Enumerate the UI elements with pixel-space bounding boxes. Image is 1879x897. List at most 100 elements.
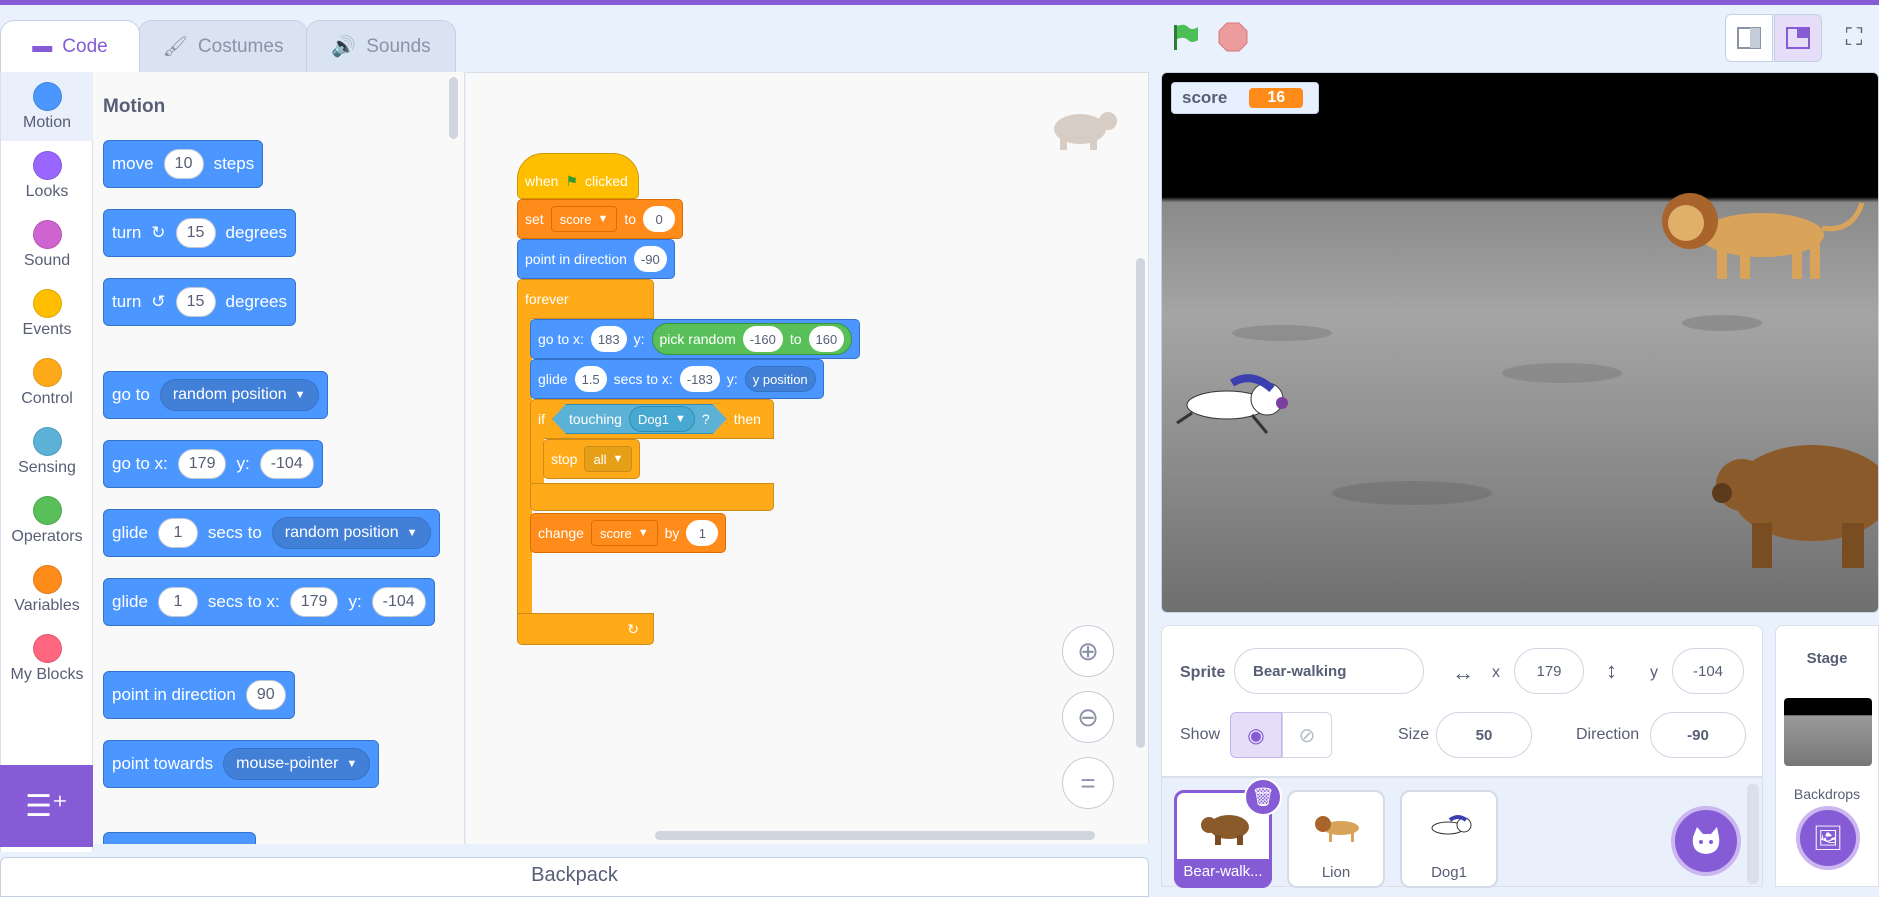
direction-label: Direction [1576, 726, 1640, 743]
x-input[interactable]: -183 [679, 366, 720, 392]
secs-input[interactable]: 1 [157, 518, 198, 548]
category-my-blocks[interactable]: My Blocks [1, 624, 93, 693]
x-input[interactable]: 179 [1514, 648, 1584, 694]
x-input[interactable]: 179 [177, 449, 227, 479]
go-to-xy-block[interactable]: go to x: 179 y: -104 [103, 440, 323, 488]
sprite-thumb-lion[interactable]: Lion [1287, 790, 1385, 888]
move-steps-block[interactable]: move 10 steps [103, 140, 264, 188]
y-position-reporter[interactable]: y position [744, 366, 816, 392]
target-dropdown[interactable]: random position ▼ [159, 379, 319, 411]
category-sensing[interactable]: Sensing [1, 417, 93, 486]
value-input[interactable]: 0 [643, 206, 676, 232]
random-to-input[interactable]: 160 [808, 326, 845, 352]
variable-dropdown[interactable]: score ▼ [590, 520, 658, 546]
steps-input[interactable]: 10 [163, 149, 204, 179]
tab-sounds[interactable]: 🔊 Sounds [306, 20, 456, 72]
sprite-list-scrollbar[interactable] [1747, 784, 1759, 884]
turn-right-block[interactable]: turn ↻ 15 degrees [103, 209, 296, 257]
zoom-reset-button[interactable]: = [1062, 757, 1114, 809]
x-input[interactable]: 179 [289, 587, 339, 617]
sprite-thumb-dog1[interactable]: Dog1 [1400, 790, 1498, 888]
go-to-random-block[interactable]: go to random position ▼ [103, 371, 328, 419]
secs-input[interactable]: 1.5 [574, 366, 607, 392]
green-flag-button[interactable] [1170, 22, 1200, 52]
zoom-in-button[interactable]: ⊕ [1062, 625, 1114, 677]
point-towards-block[interactable]: point towards mouse-pointer ▼ [103, 740, 380, 788]
y-input[interactable]: -104 [1672, 648, 1744, 694]
variable-dropdown[interactable]: score ▼ [550, 206, 618, 232]
block-text: go to x: [112, 454, 168, 473]
cat-add-icon [1692, 827, 1720, 854]
forever-block[interactable]: forever [517, 279, 654, 319]
show-hidden-button[interactable]: ⊘ [1282, 712, 1332, 758]
degrees-input[interactable]: 15 [175, 287, 216, 317]
stop-dropdown[interactable]: all ▼ [584, 446, 633, 472]
stage-canvas[interactable]: score 16 [1161, 72, 1879, 613]
category-events[interactable]: Events [1, 279, 93, 348]
rotate-left-icon: ↺ [151, 292, 166, 311]
delete-sprite-button[interactable]: 🗑 [1244, 778, 1282, 816]
touching-block[interactable]: touching Dog1 ▼ ? [552, 404, 727, 434]
stop-button[interactable] [1218, 22, 1248, 52]
category-sound[interactable]: Sound [1, 210, 93, 279]
backpack[interactable]: Backpack [0, 857, 1149, 897]
change-variable-block[interactable]: change score ▼ by 1 [530, 513, 727, 553]
when-flag-clicked-block[interactable]: when ⚑ clicked [517, 153, 639, 199]
direction-input[interactable]: -90 [633, 246, 667, 272]
small-stage-button[interactable] [1725, 14, 1773, 62]
secs-input[interactable]: 1 [157, 587, 198, 617]
block-text: when [525, 173, 559, 189]
glide-xy-block[interactable]: glide 1 secs to x: 179 y: -104 [103, 578, 435, 626]
y-input[interactable]: -104 [259, 449, 314, 479]
touching-dropdown[interactable]: Dog1 ▼ [628, 406, 695, 432]
y-input[interactable]: -104 [371, 587, 426, 617]
direction-input[interactable]: 90 [245, 680, 286, 710]
add-extension-button[interactable]: ☰⁺ [0, 765, 93, 847]
random-from-input[interactable]: -160 [742, 326, 783, 352]
point-in-direction-block[interactable]: point in direction 90 [103, 671, 295, 719]
dropdown-value: random position [172, 386, 287, 403]
point-in-direction-script-block[interactable]: point in direction -90 [517, 239, 675, 279]
script-area[interactable]: when ⚑ clicked set score ▼ to 0 point in … [466, 72, 1149, 844]
fullscreen-button[interactable]: ⛶ [1830, 14, 1878, 62]
partial-block[interactable] [103, 832, 256, 844]
category-operators[interactable]: Operators [1, 486, 93, 555]
zoom-out-button[interactable]: ⊖ [1062, 691, 1114, 743]
category-looks[interactable]: Looks [1, 141, 93, 210]
category-variables[interactable]: Variables [1, 555, 93, 624]
large-stage-icon [1786, 27, 1810, 49]
block-text: pick random [659, 331, 736, 347]
value-input[interactable]: 1 [686, 520, 719, 546]
script-horizontal-scrollbar[interactable] [655, 831, 1095, 840]
sprite-name-input[interactable]: Bear-walking [1234, 648, 1424, 694]
palette-scrollbar[interactable] [449, 77, 458, 139]
glide-random-block[interactable]: glide 1 secs to random position ▼ [103, 509, 440, 557]
size-input[interactable]: 50 [1436, 712, 1532, 758]
large-stage-button[interactable] [1774, 14, 1822, 62]
go-to-xy-script-block[interactable]: go to x: 183 y: pick random -160 to 160 [530, 319, 861, 359]
dropdown-arrow-icon: ▼ [675, 413, 686, 425]
direction-input[interactable]: -90 [1650, 712, 1746, 758]
glide-script-block[interactable]: glide 1.5 secs to x: -183 y: y position [530, 359, 824, 399]
choose-sprite-button[interactable] [1671, 806, 1741, 876]
target-dropdown[interactable]: mouse-pointer ▼ [223, 748, 371, 780]
stage-thumbnail[interactable] [1784, 698, 1872, 766]
x-input[interactable]: 183 [590, 326, 627, 352]
green-flag-icon: ⚑ [565, 172, 579, 189]
if-then-block[interactable]: if touching Dog1 ▼ ? then [530, 399, 774, 439]
degrees-input[interactable]: 15 [175, 218, 216, 248]
show-visible-button[interactable]: ◉ [1230, 712, 1282, 758]
block-text: secs to [207, 523, 262, 542]
tab-costumes[interactable]: 🖌 Costumes [138, 20, 308, 72]
choose-backdrop-button[interactable]: 🖼 [1796, 806, 1860, 870]
stop-block[interactable]: stop all ▼ [543, 439, 641, 479]
category-control[interactable]: Control [1, 348, 93, 417]
pick-random-block[interactable]: pick random -160 to 160 [651, 323, 853, 355]
set-variable-block[interactable]: set score ▼ to 0 [517, 199, 684, 239]
script-vertical-scrollbar[interactable] [1136, 258, 1145, 748]
target-dropdown[interactable]: random position ▼ [271, 517, 431, 549]
category-motion[interactable]: Motion [1, 72, 93, 141]
turn-left-block[interactable]: turn ↺ 15 degrees [103, 278, 296, 326]
stage-target-pane[interactable]: Stage Backdrops 🖼 [1775, 625, 1879, 887]
tab-code[interactable]: ▬ Code [0, 20, 140, 72]
